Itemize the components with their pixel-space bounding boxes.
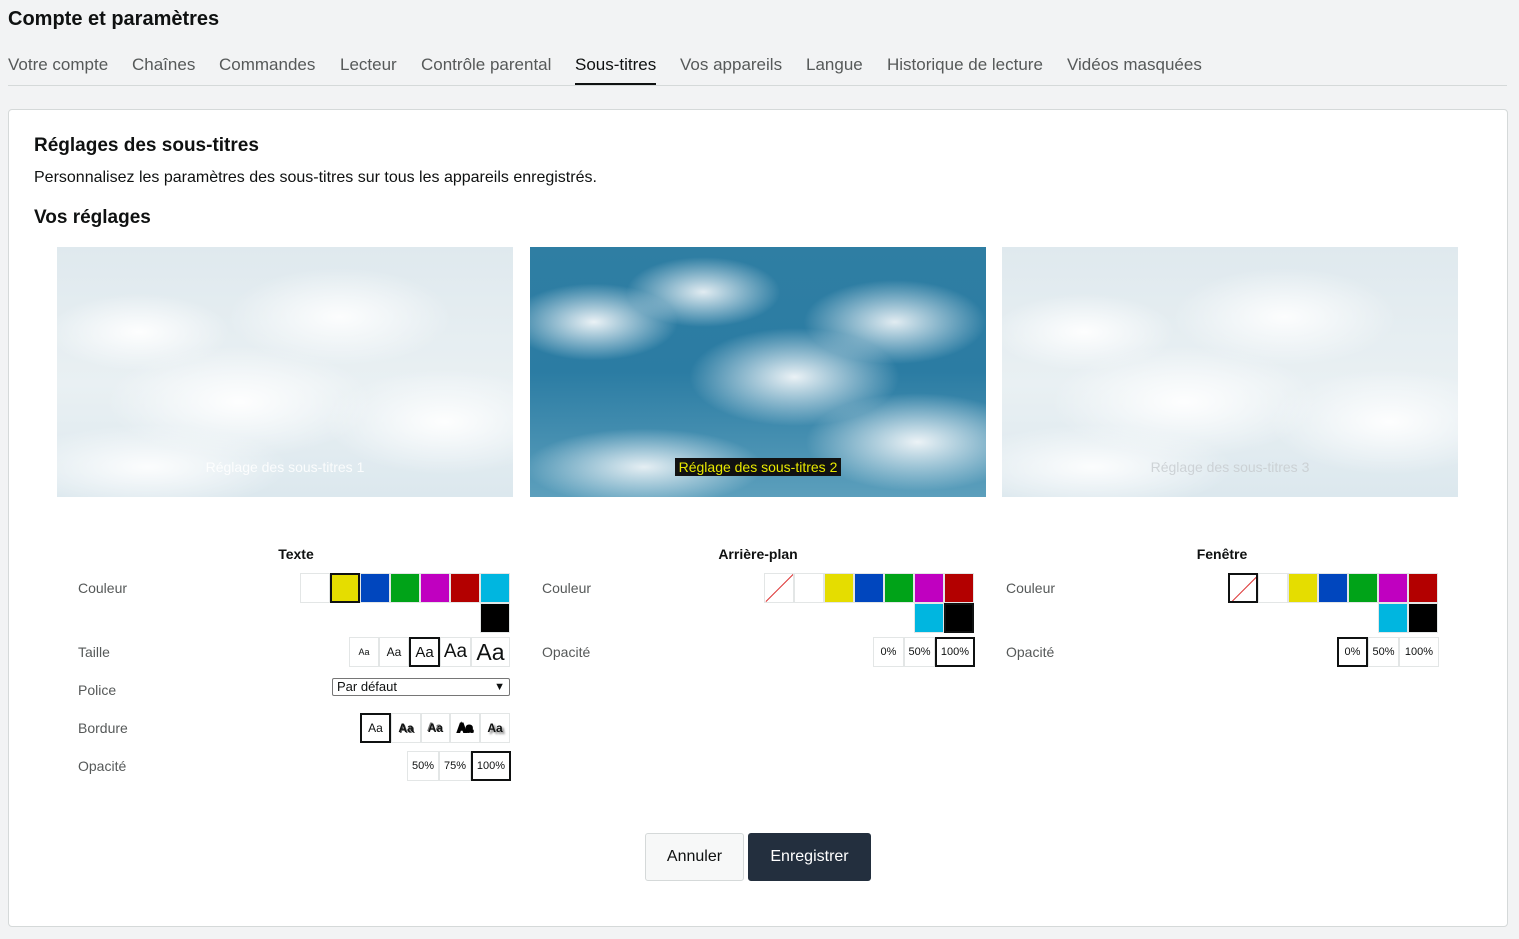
cancel-button[interactable]: Annuler bbox=[645, 833, 744, 881]
text-opacity-100-option[interactable]: 100% bbox=[471, 751, 511, 781]
preview-caption-2: Réglage des sous-titres 2 bbox=[674, 458, 842, 476]
text-color-magenta-swatch[interactable] bbox=[420, 573, 450, 603]
text-size-m-option[interactable]: Aa bbox=[409, 637, 440, 667]
window-color-red-swatch[interactable] bbox=[1408, 573, 1438, 603]
text-size-s-option[interactable]: Aa bbox=[379, 637, 409, 667]
window-color-magenta-swatch[interactable] bbox=[1378, 573, 1408, 603]
text-size-label: Taille bbox=[78, 644, 110, 660]
text-color-blue-swatch[interactable] bbox=[360, 573, 390, 603]
window-color-white-swatch[interactable] bbox=[1258, 573, 1288, 603]
text-border-label: Bordure bbox=[78, 720, 128, 736]
tab-historique-de-lecture[interactable]: Historique de lecture bbox=[887, 54, 1043, 76]
window-color-cyan-swatch[interactable] bbox=[1378, 603, 1408, 633]
window-opacity-50-option[interactable]: 50% bbox=[1368, 637, 1399, 667]
border-depressed-option[interactable]: Aa bbox=[421, 713, 450, 743]
text-opacity-label: Opacité bbox=[78, 758, 127, 774]
window-color-green-swatch[interactable] bbox=[1348, 573, 1378, 603]
section-title: Réglages des sous-titres bbox=[34, 135, 259, 156]
window-color-transparent-swatch[interactable] bbox=[1228, 573, 1258, 603]
background-color-transparent-swatch[interactable] bbox=[764, 573, 794, 603]
window-settings-title: Fenêtre bbox=[1196, 546, 1248, 562]
window-opacity-0-option[interactable]: 0% bbox=[1337, 637, 1368, 667]
background-color-white-swatch[interactable] bbox=[794, 573, 824, 603]
background-color-magenta-swatch[interactable] bbox=[914, 573, 944, 603]
text-opacity-75-option[interactable]: 75% bbox=[439, 751, 471, 781]
background-opacity-100-option[interactable]: 100% bbox=[935, 637, 975, 667]
tab-chaines[interactable]: Chaînes bbox=[132, 54, 195, 76]
preview-preset-3[interactable]: Réglage des sous-titres 3 bbox=[1002, 247, 1458, 497]
border-drop-shadow-option[interactable]: Aa bbox=[480, 713, 510, 743]
window-color-blue-swatch[interactable] bbox=[1318, 573, 1348, 603]
text-color-red-swatch[interactable] bbox=[450, 573, 480, 603]
section-description: Personnalisez les paramètres des sous-ti… bbox=[34, 169, 597, 186]
border-none-option[interactable]: Aa bbox=[360, 713, 391, 743]
font-select[interactable]: Par défaut ▼ bbox=[332, 678, 510, 696]
background-color-blue-swatch[interactable] bbox=[854, 573, 884, 603]
background-color-black-swatch[interactable] bbox=[944, 603, 974, 633]
window-opacity-100-option[interactable]: 100% bbox=[1399, 637, 1439, 667]
preview-caption-1: Réglage des sous-titres 1 bbox=[205, 459, 365, 475]
preview-caption-3: Réglage des sous-titres 3 bbox=[1150, 459, 1310, 475]
window-color-label: Couleur bbox=[1006, 580, 1056, 596]
text-size-xs-option[interactable]: Aa bbox=[349, 637, 379, 667]
background-color-yellow-swatch[interactable] bbox=[824, 573, 854, 603]
tab-commandes[interactable]: Commandes bbox=[219, 54, 315, 76]
text-settings-title: Texte bbox=[278, 546, 314, 562]
preview-preset-1[interactable]: Réglage des sous-titres 1 bbox=[57, 247, 513, 497]
text-color-cyan-swatch[interactable] bbox=[480, 573, 510, 603]
save-button[interactable]: Enregistrer bbox=[748, 833, 871, 881]
tab-lecteur[interactable]: Lecteur bbox=[340, 54, 397, 76]
text-size-xl-option[interactable]: Aa bbox=[471, 637, 510, 667]
window-color-black-swatch[interactable] bbox=[1408, 603, 1438, 633]
text-font-label: Police bbox=[78, 682, 117, 698]
subtitle-settings-card: Réglages des sous-titres Personnalisez l… bbox=[8, 109, 1508, 927]
page-title: Compte et paramètres bbox=[8, 8, 220, 30]
text-color-green-swatch[interactable] bbox=[390, 573, 420, 603]
font-select-value: Par défaut bbox=[337, 679, 397, 694]
background-opacity-label: Opacité bbox=[542, 644, 591, 660]
tab-langue[interactable]: Langue bbox=[806, 54, 863, 76]
text-color-white-swatch[interactable] bbox=[300, 573, 330, 603]
window-color-yellow-swatch[interactable] bbox=[1288, 573, 1318, 603]
background-color-green-swatch[interactable] bbox=[884, 573, 914, 603]
window-opacity-label: Opacité bbox=[1006, 644, 1055, 660]
tab-controle-parental[interactable]: Contrôle parental bbox=[421, 54, 551, 76]
text-color-yellow-swatch[interactable] bbox=[330, 573, 360, 603]
your-settings-heading: Vos réglages bbox=[34, 207, 151, 228]
border-uniform-option[interactable]: Aa bbox=[450, 713, 480, 743]
tab-videos-masquees[interactable]: Vidéos masquées bbox=[1067, 54, 1202, 76]
preview-preset-2[interactable]: Réglage des sous-titres 2 bbox=[530, 247, 986, 497]
tab-votre-compte[interactable]: Votre compte bbox=[8, 54, 108, 76]
text-color-label: Couleur bbox=[78, 580, 128, 596]
background-opacity-0-option[interactable]: 0% bbox=[873, 637, 904, 667]
tab-sous-titres[interactable]: Sous-titres bbox=[575, 54, 657, 85]
chevron-down-icon: ▼ bbox=[494, 681, 505, 693]
background-opacity-50-option[interactable]: 50% bbox=[904, 637, 935, 667]
text-color-black-swatch[interactable] bbox=[480, 603, 510, 633]
tab-vos-appareils[interactable]: Vos appareils bbox=[680, 54, 782, 76]
text-size-l-option[interactable]: Aa bbox=[440, 637, 471, 667]
background-color-red-swatch[interactable] bbox=[944, 573, 974, 603]
text-opacity-50-option[interactable]: 50% bbox=[407, 751, 439, 781]
background-settings-title: Arrière-plan bbox=[718, 546, 798, 562]
border-raised-option[interactable]: Aa bbox=[391, 713, 421, 743]
background-color-label: Couleur bbox=[542, 580, 592, 596]
settings-tabs: Votre compte Chaînes Commandes Lecteur C… bbox=[8, 54, 1507, 86]
background-color-cyan-swatch[interactable] bbox=[914, 603, 944, 633]
